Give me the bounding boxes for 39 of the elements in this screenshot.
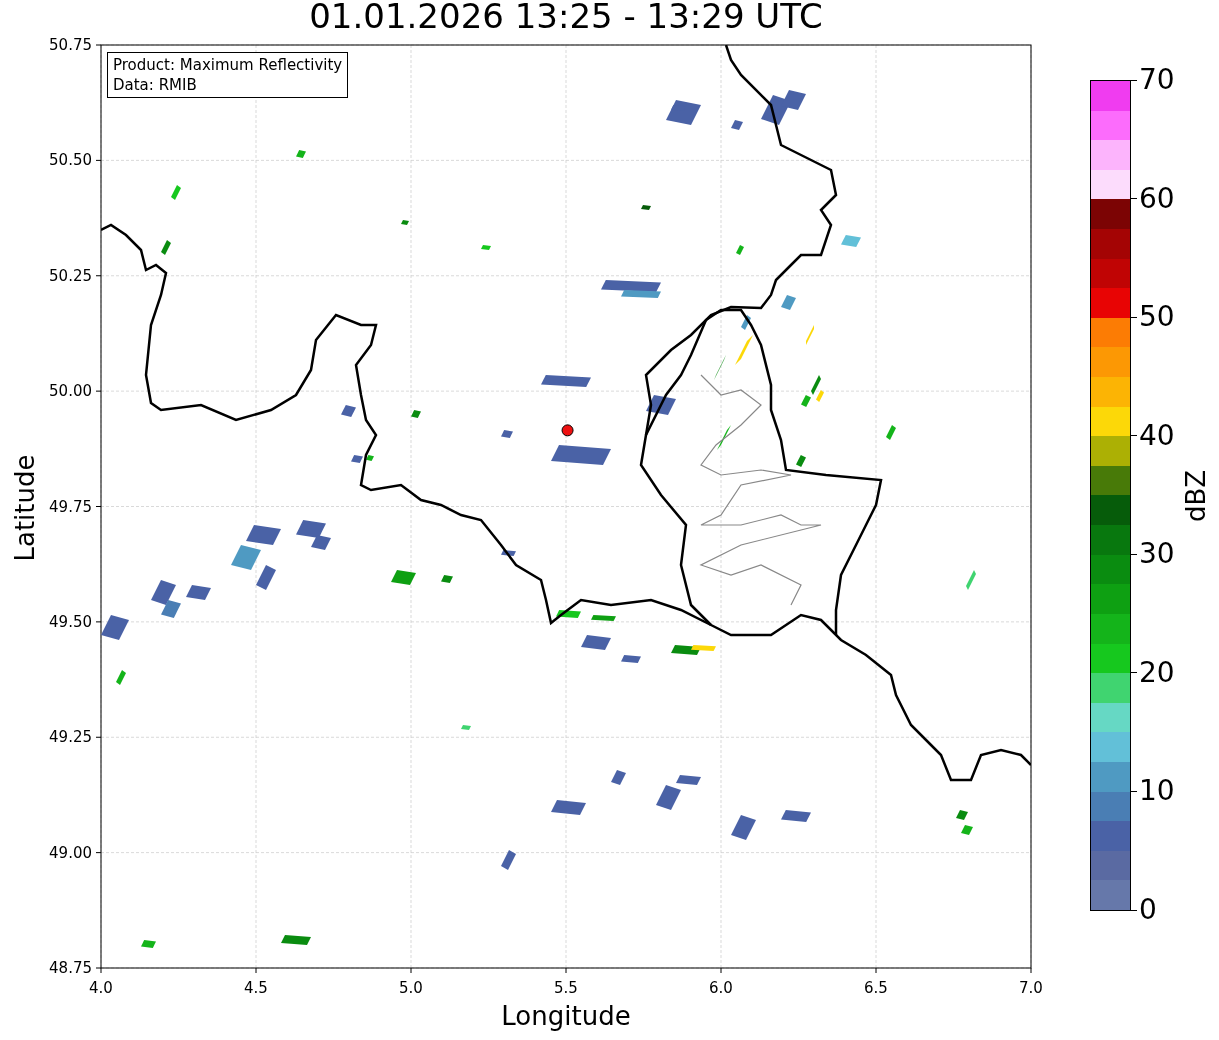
y-tick-label: 49.75 xyxy=(49,497,92,516)
tick-mark xyxy=(1131,198,1137,200)
x-tick-label: 6.5 xyxy=(864,979,888,997)
x-tick-label: 5.0 xyxy=(399,979,423,997)
tick-mark xyxy=(1131,909,1137,911)
tick-mark xyxy=(1131,79,1137,81)
y-tick-label: 50.25 xyxy=(49,266,92,285)
tick-mark xyxy=(1131,435,1137,437)
y-tick-label: 50.50 xyxy=(49,151,92,170)
tick-mark xyxy=(1131,316,1137,318)
y-axis-label: Latitude xyxy=(10,454,40,562)
radar-site-marker xyxy=(561,424,574,437)
colorbar-tick-label: 30 xyxy=(1139,540,1175,569)
y-tick-label: 49.50 xyxy=(49,612,92,631)
y-tick-label: 48.75 xyxy=(49,959,92,977)
colorbar-tick-label: 70 xyxy=(1139,66,1175,94)
colorbar-tick-label: 40 xyxy=(1139,421,1175,450)
x-tick-label: 6.0 xyxy=(709,979,733,997)
x-tick-label: 4.0 xyxy=(89,979,113,997)
x-tick-label: 5.5 xyxy=(554,979,578,997)
colorbar-label: dBZ xyxy=(1183,469,1209,522)
tick-mark xyxy=(1131,672,1137,674)
chart-title: 01.01.2026 13:25 - 13:29 UTC xyxy=(309,0,823,33)
info-text: Data: RMIB xyxy=(113,75,198,95)
colorbar-tick-label: 50 xyxy=(1139,303,1175,332)
y-tick-label: 50.75 xyxy=(49,36,92,54)
colorbar-tick-label: 0 xyxy=(1139,896,1157,924)
x-tick-label: 4.5 xyxy=(244,979,268,997)
y-tick-label: 49.25 xyxy=(49,728,92,747)
y-tick-label: 49.00 xyxy=(49,843,92,862)
colorbar-tick-label: 20 xyxy=(1139,658,1175,687)
x-tick-label: 7.0 xyxy=(1019,979,1043,997)
tick-mark xyxy=(1131,553,1137,555)
info-text: Product: Maximum Reflectivity xyxy=(113,55,343,75)
tick-mark xyxy=(1131,790,1137,792)
y-tick-label: 50.00 xyxy=(49,382,92,401)
x-axis-label: Longitude xyxy=(501,1001,631,1031)
colorbar-tick-label: 60 xyxy=(1139,184,1175,213)
colorbar-tick-label: 10 xyxy=(1139,777,1175,806)
